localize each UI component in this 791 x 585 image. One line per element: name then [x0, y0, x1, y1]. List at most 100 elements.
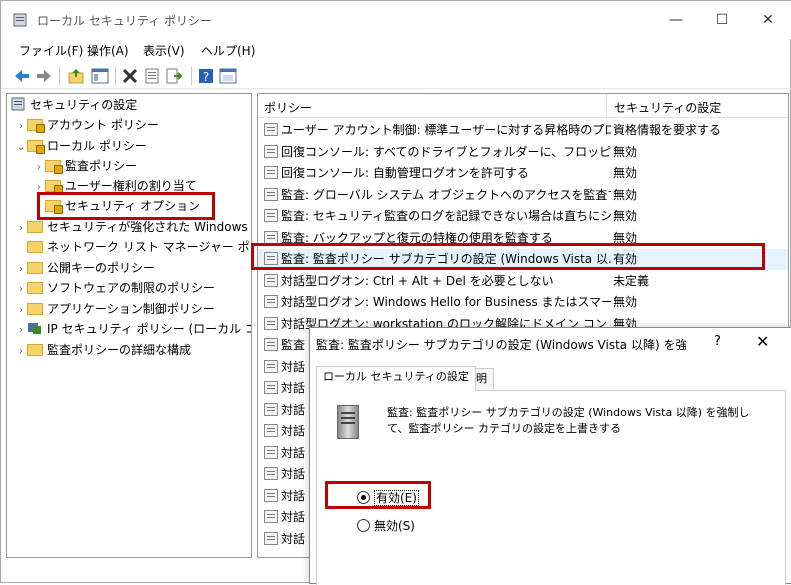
expand-chevron-icon[interactable]: ›: [15, 260, 27, 280]
tree-root[interactable]: セキュリティの設定: [11, 95, 137, 115]
table-row[interactable]: 対話型ログオン: Ctrl + Alt + Del を必要としない 未定義: [258, 271, 788, 292]
dialog-tabs: ローカル セキュリティの設定 説明: [316, 366, 786, 391]
tree-item-local-policy[interactable]: ⌄ ローカル ポリシー: [15, 136, 147, 156]
menu-view[interactable]: 表示(V): [143, 42, 185, 59]
table-row[interactable]: 監査: グローバル システム オブジェクトへのアクセスを監査する 無効: [258, 185, 788, 206]
collapse-chevron-icon[interactable]: ⌄: [15, 138, 27, 158]
menu-file[interactable]: ファイル(F): [19, 42, 83, 59]
column-header-policy[interactable]: ポリシー: [264, 99, 312, 116]
expand-chevron-icon[interactable]: ›: [15, 117, 27, 137]
menu-help[interactable]: ヘルプ(H): [201, 42, 255, 59]
policy-icon: [264, 381, 278, 394]
policy-icon: [264, 488, 278, 502]
policy-icon: [264, 531, 278, 545]
tree-item-label: 監査ポリシー: [65, 159, 138, 173]
expand-chevron-icon[interactable]: ›: [15, 321, 27, 341]
close-button[interactable]: ✕: [757, 9, 779, 31]
table-row[interactable]: 対話型ログオン: Windows Hello for Business またはス…: [258, 292, 788, 313]
policy-description: 監査: 監査ポリシー サブカテゴリの設定 (Windows Vista 以降) …: [387, 406, 750, 435]
table-row[interactable]: 回復コンソール: すべてのドライブとフォルダーに、フロッピーのコピ...無効: [258, 142, 788, 163]
policy-name: 回復コンソール: 自動管理ログオンを許可する: [281, 166, 529, 180]
column-separator[interactable]: [606, 94, 607, 118]
menu-action[interactable]: 操作(A): [87, 42, 129, 59]
policy-name: ユーザー アカウント制御: 標準ユーザーに対する昇格時のプロン...: [281, 123, 611, 137]
policy-name: 対話型ログオン: Ctrl + Alt + Del を必要としない: [281, 273, 554, 288]
tree-item-ip-security[interactable]: › IP セキュリティ ポリシー (ローカル コンピュ: [15, 319, 251, 341]
radio-disabled-circle[interactable]: [357, 519, 370, 532]
sort-up-chevron-icon: ⌃: [428, 93, 437, 102]
properties-icon[interactable]: [143, 67, 161, 85]
expand-chevron-icon[interactable]: ›: [15, 280, 27, 300]
tree-item-audit-policy[interactable]: › 監査ポリシー: [33, 156, 137, 176]
help-icon[interactable]: ?: [197, 67, 215, 85]
toolbar: ?: [1, 63, 791, 89]
back-arrow-icon[interactable]: [13, 67, 31, 85]
policy-icon: [264, 402, 278, 416]
forward-arrow-icon[interactable]: [35, 67, 53, 85]
policy-setting: 無効: [613, 295, 638, 309]
tree-item-label: セキュリティが強化された Windows De: [47, 220, 252, 234]
dialog-help-button[interactable]: ?: [714, 334, 721, 349]
policy-setting: 無効: [613, 209, 638, 223]
dialog-title: 監査: 監査ポリシー サブカテゴリの設定 (Windows Vista 以降) …: [316, 338, 686, 352]
tree-root-label: セキュリティの設定: [30, 98, 138, 112]
main-window: ローカル セキュリティ ポリシー — ☐ ✕ ファイル(F) 操作(A) 表示(…: [0, 0, 791, 585]
tab-local-security-setting[interactable]: ローカル セキュリティの設定: [316, 366, 476, 391]
toolbar-separator: [115, 67, 116, 85]
highlight-security-options: [37, 192, 215, 220]
maximize-button[interactable]: ☐: [711, 9, 733, 31]
export-list-icon[interactable]: [165, 67, 183, 85]
policy-icon: [264, 209, 278, 222]
tree-item-label: IP セキュリティ ポリシー (ローカル コンピュ: [47, 322, 251, 336]
tree-item-advanced-audit[interactable]: › 監査ポリシーの詳細な構成: [15, 340, 191, 360]
locked-folder-icon: [45, 160, 63, 174]
show-hide-tree-icon[interactable]: [91, 67, 109, 85]
folder-icon: [27, 282, 43, 294]
delete-icon[interactable]: [121, 67, 139, 85]
column-header-setting[interactable]: セキュリティの設定: [614, 99, 721, 116]
locked-folder-icon: [27, 140, 45, 154]
expand-chevron-icon[interactable]: ›: [15, 342, 27, 362]
policy-icon: [264, 123, 278, 136]
expand-chevron-icon[interactable]: ›: [15, 219, 27, 239]
minimize-button[interactable]: —: [665, 9, 687, 31]
folder-icon: [27, 221, 43, 233]
policy-icon: [264, 467, 278, 480]
policy-setting: 無効: [613, 144, 638, 159]
policy-setting: 無効: [613, 166, 638, 180]
window-title: ローカル セキュリティ ポリシー: [37, 14, 212, 28]
policy-icon: [264, 295, 278, 308]
radio-disabled-label: 無効(S): [374, 519, 415, 533]
dialog-close-button[interactable]: ✕: [756, 332, 769, 351]
tree-item-windows-defender-firewall[interactable]: › セキュリティが強化された Windows De: [15, 217, 252, 239]
tree-item-network-list[interactable]: ネットワーク リスト マネージャー ポリシー: [15, 237, 251, 257]
policy-properties-dialog: 監査: 監査ポリシー サブカテゴリの設定 (Windows Vista 以降) …: [309, 327, 791, 585]
radio-disabled[interactable]: 無効(S): [357, 518, 415, 534]
highlight-enabled-option: [325, 481, 431, 509]
tree-item-label: ネットワーク リスト マネージャー ポリシー: [47, 240, 251, 254]
expand-chevron-icon[interactable]: ›: [33, 158, 45, 178]
policy-icon: [264, 273, 278, 287]
up-folder-icon[interactable]: [67, 67, 85, 85]
folder-icon: [27, 262, 43, 274]
table-row[interactable]: 監査: セキュリティ監査のログを記録できない場合は直ちにシス... 無効: [258, 206, 788, 227]
tree-item-label: 監査ポリシーの詳細な構成: [47, 343, 192, 357]
highlight-audit-subcategory-row: [251, 243, 765, 270]
table-row[interactable]: 回復コンソール: 自動管理ログオンを許可する 無効: [258, 163, 788, 184]
tree-item-app-control[interactable]: › アプリケーション制御ポリシー: [15, 299, 215, 319]
tree-item-software-restriction[interactable]: › ソフトウェアの制限のポリシー: [15, 278, 215, 298]
policy-icon: [264, 316, 278, 330]
title-bar: ローカル セキュリティ ポリシー — ☐ ✕: [1, 1, 791, 39]
policy-icon: [264, 187, 278, 201]
tree-item-account-policy[interactable]: › アカウント ポリシー: [15, 115, 159, 135]
console-icon[interactable]: [219, 67, 237, 85]
expand-chevron-icon[interactable]: ›: [15, 301, 27, 321]
folder-icon: [27, 303, 43, 315]
table-row[interactable]: ユーザー アカウント制御: 標準ユーザーに対する昇格時のプロン... 資格情報を要…: [258, 120, 788, 141]
policy-icon: [264, 359, 278, 373]
toolbar-separator: [191, 67, 192, 85]
security-settings-icon: [11, 97, 25, 111]
tree-item-public-key[interactable]: › 公開キーのポリシー: [15, 258, 155, 278]
locked-folder-icon: [45, 180, 63, 194]
locked-folder-icon: [27, 119, 45, 133]
